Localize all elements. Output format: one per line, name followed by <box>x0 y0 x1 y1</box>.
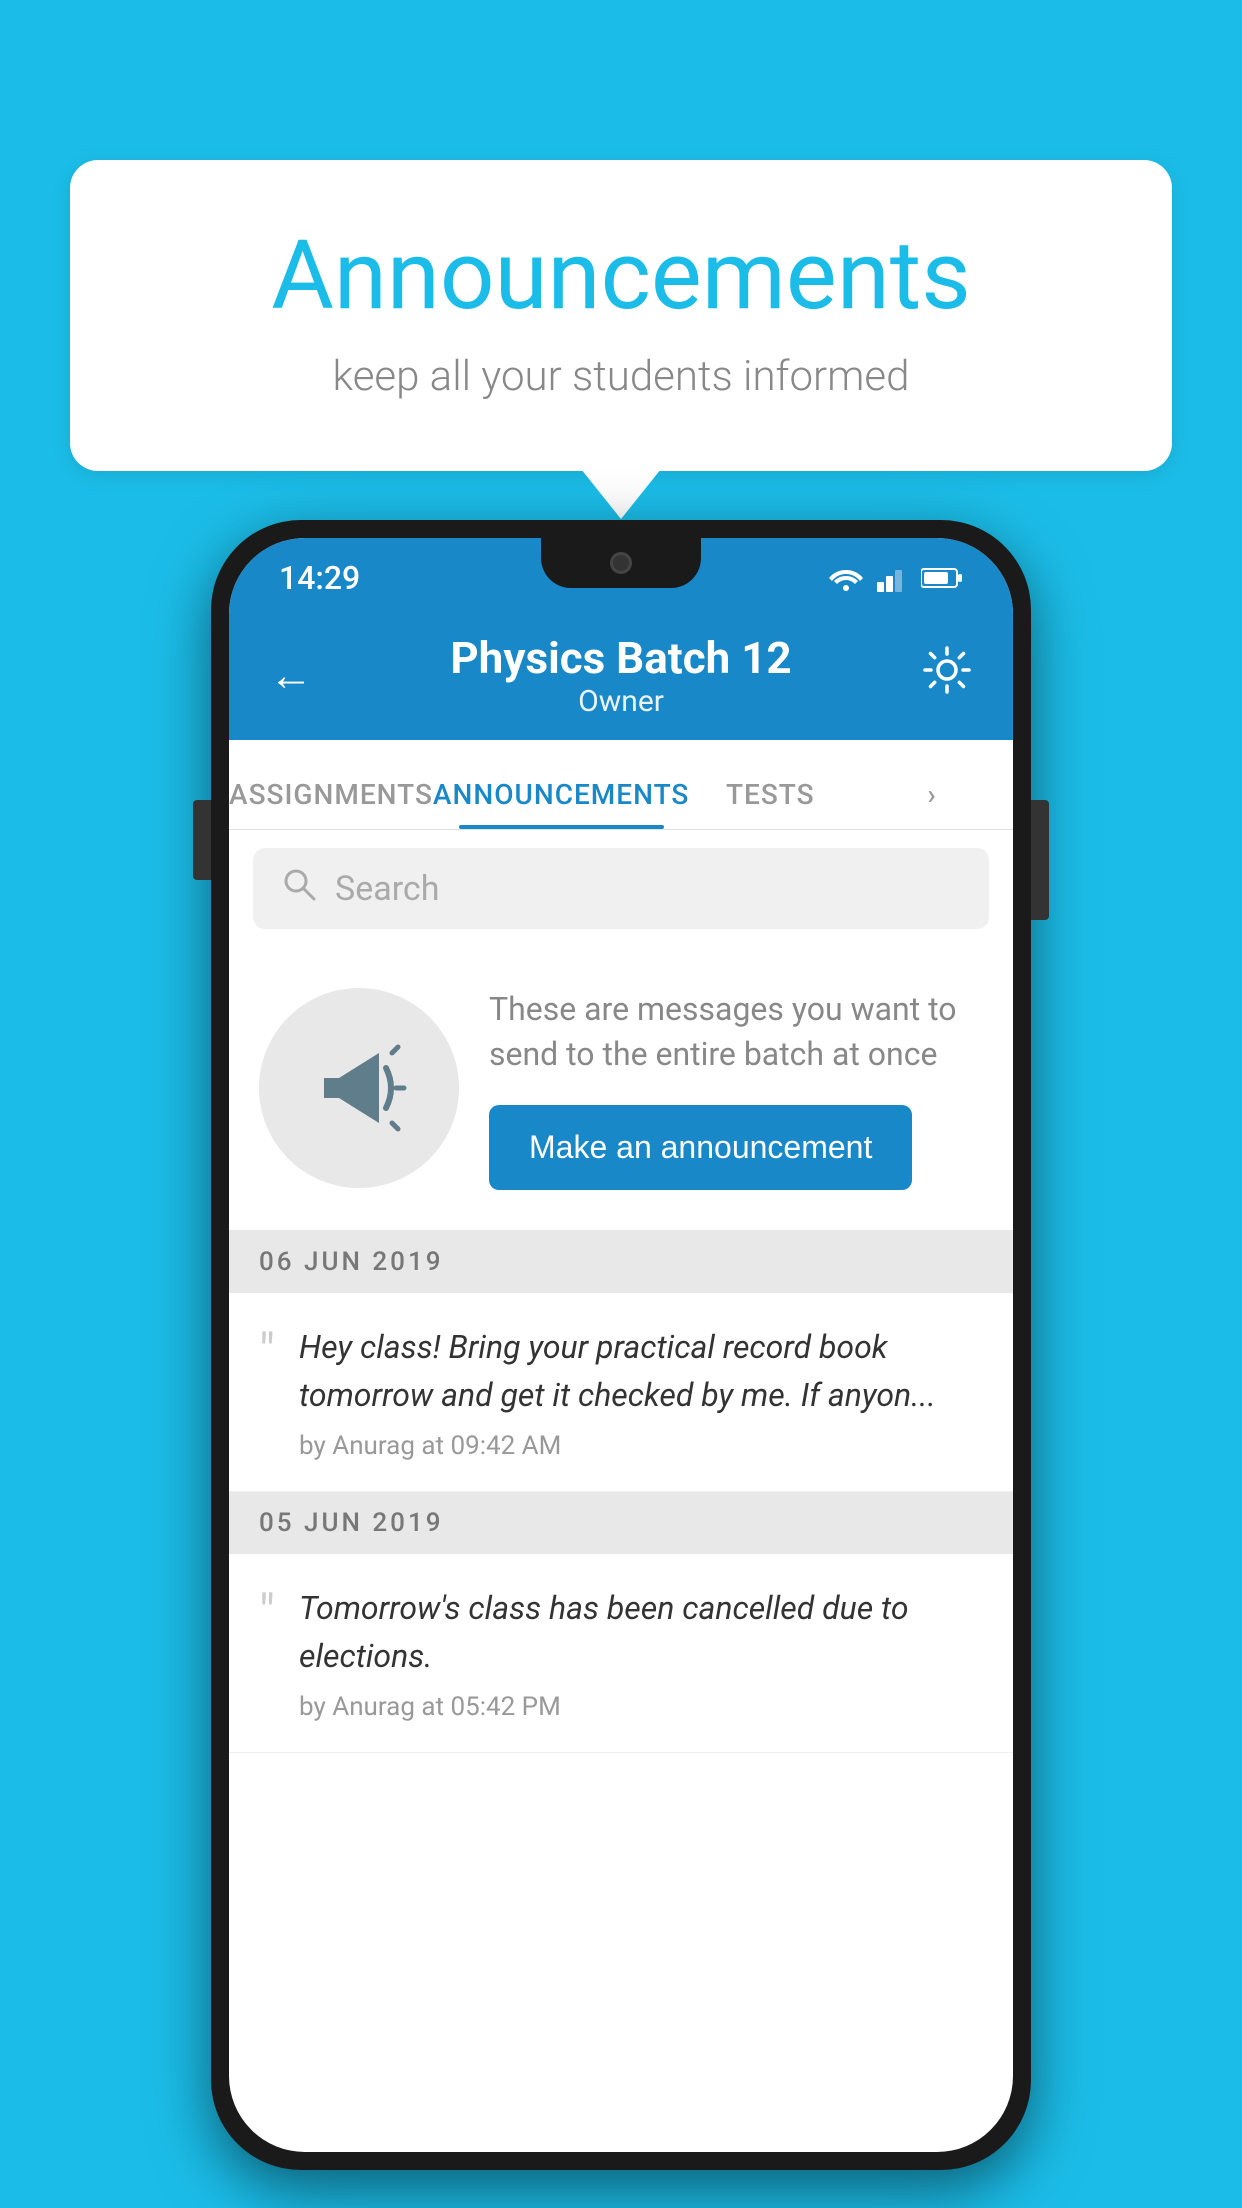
phone-outer: 14:29 <box>211 520 1031 2170</box>
promo-icon-circle <box>259 988 459 1188</box>
quote-icon-2: " <box>259 1589 275 1639</box>
date-separator-1: 06 JUN 2019 <box>229 1231 1013 1293</box>
announcement-meta-1: by Anurag at 09:42 AM <box>299 1431 983 1461</box>
search-box[interactable]: Search <box>253 848 989 929</box>
date-separator-2: 05 JUN 2019 <box>229 1492 1013 1554</box>
settings-button[interactable] <box>913 644 973 707</box>
promo-card: These are messages you want to send to t… <box>229 947 1013 1231</box>
phone-inner: 14:29 <box>229 538 1013 2152</box>
bubble-title: Announcements <box>150 220 1092 332</box>
content-area: Search <box>229 830 1013 1753</box>
announcement-meta-2: by Anurag at 05:42 PM <box>299 1692 983 1722</box>
tab-more[interactable]: › <box>851 778 1013 829</box>
bubble-subtitle: keep all your students informed <box>150 352 1092 401</box>
status-time: 14:29 <box>279 559 360 597</box>
app-bar: ← Physics Batch 12 Owner <box>229 610 1013 740</box>
signal-icon <box>877 564 909 592</box>
speech-bubble-card: Announcements keep all your students inf… <box>70 160 1172 471</box>
announcement-text-2: Tomorrow's class has been cancelled due … <box>299 1584 983 1680</box>
promo-content: These are messages you want to send to t… <box>489 987 983 1190</box>
tab-assignments[interactable]: ASSIGNMENTS <box>229 778 433 829</box>
search-placeholder: Search <box>335 869 439 909</box>
announcement-text-block-1: Hey class! Bring your practical record b… <box>299 1323 983 1461</box>
front-camera <box>610 552 632 574</box>
app-bar-title-block: Physics Batch 12 Owner <box>329 632 913 719</box>
battery-icon <box>921 567 963 589</box>
tab-announcements[interactable]: ANNOUNCEMENTS <box>433 778 689 829</box>
search-icon <box>281 866 317 911</box>
announcement-item-2[interactable]: " Tomorrow's class has been cancelled du… <box>229 1554 1013 1753</box>
announcement-text-1: Hey class! Bring your practical record b… <box>299 1323 983 1419</box>
announcement-item-1[interactable]: " Hey class! Bring your practical record… <box>229 1293 1013 1492</box>
announcement-text-block-2: Tomorrow's class has been cancelled due … <box>299 1584 983 1722</box>
phone-notch <box>541 538 701 588</box>
search-container: Search <box>229 830 1013 947</box>
tab-tests[interactable]: TESTS <box>689 778 851 829</box>
promo-description: These are messages you want to send to t… <box>489 987 983 1077</box>
back-button[interactable]: ← <box>269 649 329 701</box>
speech-bubble-area: Announcements keep all your students inf… <box>70 160 1172 471</box>
status-icons <box>827 564 963 592</box>
make-announcement-button[interactable]: Make an announcement <box>489 1105 912 1190</box>
wifi-icon <box>827 564 865 592</box>
tabs-bar: ASSIGNMENTS ANNOUNCEMENTS TESTS › <box>229 740 1013 830</box>
app-bar-subtitle: Owner <box>329 684 913 719</box>
megaphone-icon <box>304 1033 414 1143</box>
quote-icon-1: " <box>259 1328 275 1378</box>
app-bar-main-title: Physics Batch 12 <box>329 632 913 684</box>
phone-mockup: 14:29 <box>211 520 1031 2170</box>
